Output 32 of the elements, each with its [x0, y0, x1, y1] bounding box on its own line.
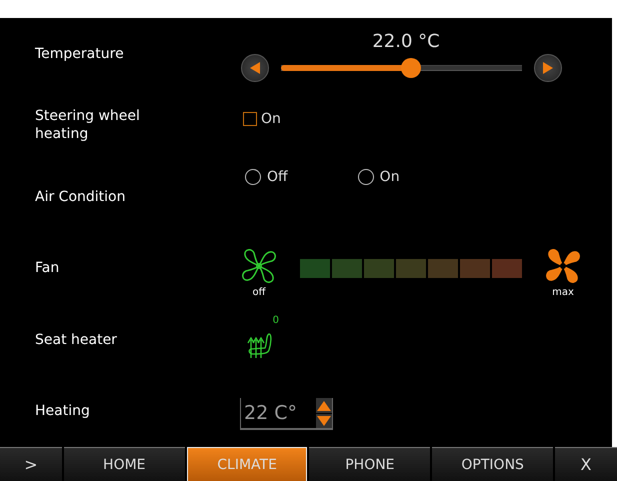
nav-tab[interactable]: HOME — [64, 447, 185, 481]
decrement-button[interactable] — [316, 414, 332, 428]
setting-label: Air Condition — [35, 188, 126, 206]
setting-label: Heating — [35, 402, 91, 420]
temperature-reading: 22.0 °C — [372, 31, 440, 52]
nav-tab[interactable]: X — [555, 447, 617, 481]
radio-label[interactable]: On — [380, 169, 400, 185]
up-arrow-icon — [317, 400, 331, 410]
radio-label[interactable]: Off — [267, 169, 288, 185]
increase-button[interactable] — [534, 54, 562, 82]
nav-tab[interactable]: OPTIONS — [432, 447, 554, 481]
nav-tab[interactable]: > — [0, 447, 62, 481]
radio-button[interactable] — [245, 169, 261, 185]
fan-icon — [544, 246, 582, 285]
radio-button[interactable] — [358, 169, 374, 185]
fan-max-label: max — [552, 286, 574, 298]
seat-heater-level: 0 — [272, 314, 279, 326]
setting-label: Seat heater — [35, 330, 118, 349]
fan-min-label: off — [252, 286, 266, 298]
checkbox[interactable] — [243, 112, 257, 126]
setting-label: Fan — [35, 259, 60, 278]
decrease-button[interactable] — [240, 54, 268, 82]
fan-outline-icon — [240, 246, 278, 285]
left-arrow-icon — [250, 62, 260, 74]
checkbox-label[interactable]: On — [261, 111, 281, 128]
slider-thumb[interactable] — [400, 58, 421, 78]
setting-label: Steering wheel heating — [35, 107, 141, 144]
down-arrow-icon — [317, 416, 331, 426]
nav-tab[interactable]: PHONE — [309, 447, 430, 481]
setting-label: Temperature — [35, 44, 125, 63]
right-arrow-icon — [542, 62, 552, 74]
increment-button[interactable] — [316, 398, 332, 413]
